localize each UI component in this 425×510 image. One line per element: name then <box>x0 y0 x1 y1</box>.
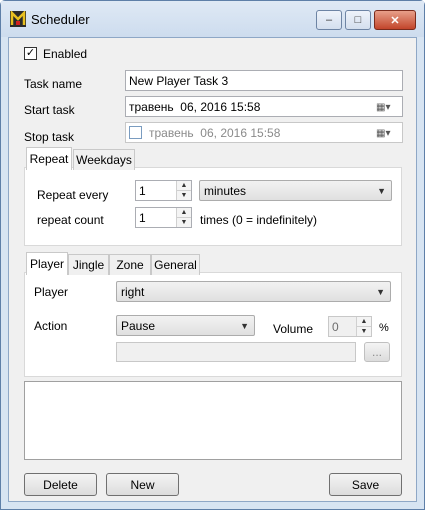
repeat-count-spin[interactable]: ▲ ▼ <box>176 208 191 227</box>
tab-weekdays[interactable]: Weekdays <box>73 149 135 170</box>
action-label: Action <box>34 319 68 333</box>
repeat-unit-value: minutes <box>204 183 247 198</box>
minimize-button[interactable]: ‒ <box>316 10 342 30</box>
chevron-down-icon: ▼ <box>376 287 385 297</box>
file-path-input[interactable] <box>116 342 356 362</box>
chevron-down-icon: ▼ <box>377 186 386 196</box>
start-task-label: Start task <box>24 103 75 117</box>
browse-button-label: ... <box>371 345 382 359</box>
action-select[interactable]: Pause ▼ <box>116 315 255 336</box>
tab-repeat-label: Repeat <box>29 152 69 166</box>
tab-general[interactable]: General <box>151 254 200 275</box>
spin-down-icon[interactable]: ▼ <box>357 327 371 336</box>
repeat-count-label: repeat count <box>37 213 104 227</box>
player-select[interactable]: right ▼ <box>116 281 391 302</box>
tab-jingle-label: Jingle <box>72 258 105 272</box>
volume-unit: % <box>379 322 389 334</box>
close-button[interactable]: ✕ <box>374 10 416 30</box>
chevron-down-icon: ▼ <box>240 321 249 331</box>
tab-player-label: Player <box>29 257 64 271</box>
enabled-label: Enabled <box>43 47 88 61</box>
repeat-every-label: Repeat every <box>37 188 109 202</box>
stop-task-checkbox[interactable] <box>129 126 142 139</box>
spin-up-icon[interactable]: ▲ <box>357 317 371 327</box>
save-button-label: Save <box>351 477 380 492</box>
calendar-dropdown-icon[interactable]: ▦▾ <box>376 101 398 113</box>
repeat-count-stepper[interactable]: 1 ▲ ▼ <box>135 207 192 228</box>
repeat-every-spin[interactable]: ▲ ▼ <box>176 181 191 200</box>
spin-up-icon[interactable]: ▲ <box>177 208 191 218</box>
stop-task-value: травень 06, 2016 15:58 <box>149 125 281 140</box>
task-name-input[interactable]: New Player Task 3 <box>125 70 403 91</box>
player-value: right <box>121 284 145 299</box>
app-icon <box>10 9 26 27</box>
new-button[interactable]: New <box>106 473 179 496</box>
checkmark-icon: ✓ <box>25 47 36 59</box>
volume-label: Volume <box>273 322 314 336</box>
tab-zone-label: Zone <box>116 258 144 272</box>
stop-task-datetime[interactable]: травень 06, 2016 15:58 ▦▾ <box>125 122 403 143</box>
volume-stepper[interactable]: 0 ▲ ▼ <box>328 316 372 337</box>
repeat-every-stepper[interactable]: 1 ▲ ▼ <box>135 180 192 201</box>
task-name-value: New Player Task 3 <box>129 73 229 88</box>
delete-button-label: Delete <box>43 477 78 492</box>
volume-value: 0 <box>332 319 339 334</box>
browse-button[interactable]: ... <box>364 342 390 362</box>
task-name-label: Task name <box>24 77 83 91</box>
action-value: Pause <box>121 318 156 333</box>
new-button-label: New <box>130 477 155 492</box>
stop-task-label: Stop task <box>24 130 75 144</box>
tab-player[interactable]: Player <box>26 252 68 275</box>
window-title: Scheduler <box>31 12 90 27</box>
maximize-icon: □ <box>354 14 362 26</box>
start-task-value: травень 06, 2016 15:58 <box>129 99 261 114</box>
spin-down-icon[interactable]: ▼ <box>177 218 191 227</box>
enabled-checkbox[interactable]: ✓ <box>24 47 37 60</box>
tab-jingle[interactable]: Jingle <box>68 254 109 275</box>
save-button[interactable]: Save <box>329 473 402 496</box>
tab-weekdays-label: Weekdays <box>76 153 132 167</box>
minimize-icon: ‒ <box>325 14 333 26</box>
repeat-every-value: 1 <box>139 183 146 198</box>
tab-zone[interactable]: Zone <box>109 254 151 275</box>
repeat-tab-panel <box>24 167 402 246</box>
volume-spin[interactable]: ▲ ▼ <box>356 317 371 336</box>
repeat-count-hint: times (0 = indefinitely) <box>200 213 318 227</box>
delete-button[interactable]: Delete <box>24 473 97 496</box>
repeat-unit-select[interactable]: minutes ▼ <box>199 180 392 201</box>
tab-general-label: General <box>154 258 197 272</box>
maximize-button[interactable]: □ <box>345 10 371 30</box>
player-label: Player <box>34 285 69 299</box>
start-task-datetime[interactable]: травень 06, 2016 15:58 ▦▾ <box>125 96 403 117</box>
repeat-count-value: 1 <box>139 210 146 225</box>
log-textarea[interactable] <box>24 381 402 460</box>
spin-down-icon[interactable]: ▼ <box>177 191 191 200</box>
tab-repeat[interactable]: Repeat <box>26 147 72 170</box>
spin-up-icon[interactable]: ▲ <box>177 181 191 191</box>
calendar-dropdown-icon[interactable]: ▦▾ <box>376 127 398 139</box>
close-icon: ✕ <box>390 14 400 27</box>
